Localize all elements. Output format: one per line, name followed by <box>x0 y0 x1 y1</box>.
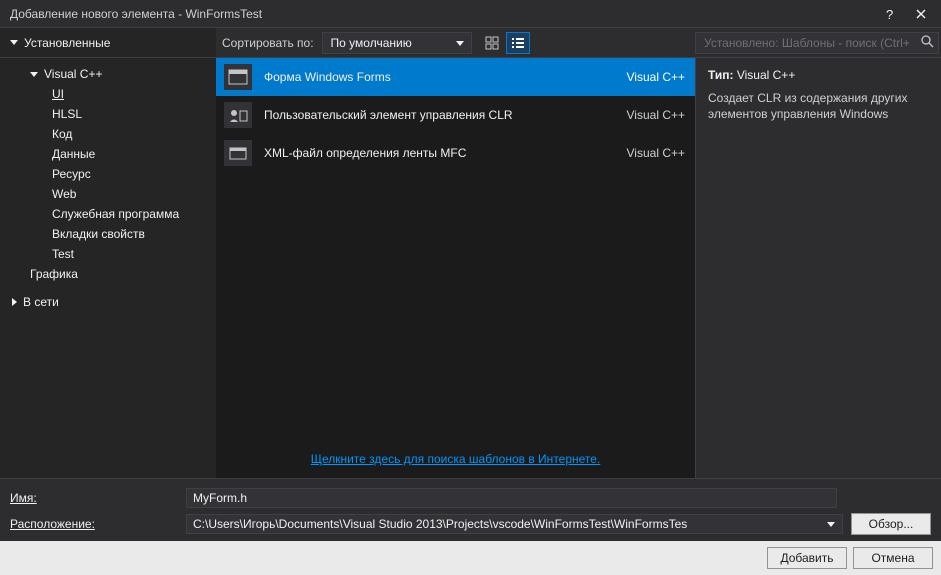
list-view-button[interactable] <box>506 32 530 54</box>
tree-node-code[interactable]: Код <box>0 124 216 144</box>
details-panel: Тип: Visual C++ Создает CLR из содержани… <box>695 58 941 478</box>
tree-node-visual-cpp[interactable]: Visual C++ <box>0 64 216 84</box>
tree-node-data[interactable]: Данные <box>0 144 216 164</box>
tree-label: Графика <box>30 267 78 281</box>
close-icon[interactable] <box>905 2 937 26</box>
template-lang: Visual C++ <box>627 146 685 160</box>
online-search-link-container: Щелкните здесь для поиска шаблонов в Инт… <box>216 442 695 478</box>
location-label: Расположение: <box>10 517 178 531</box>
installed-label: Установленные <box>24 36 110 50</box>
tree-node-ui[interactable]: UI <box>0 84 216 104</box>
form-icon <box>224 64 252 90</box>
search-placeholder: Установлено: Шаблоны - поиск (Ctrl+ <box>704 36 910 50</box>
tree-node-test[interactable]: Test <box>0 244 216 264</box>
user-control-icon <box>224 102 252 128</box>
name-label: Имя: <box>10 491 178 505</box>
titlebar: Добавление нового элемента - WinFormsTes… <box>0 0 941 28</box>
tree-label: В сети <box>23 295 59 309</box>
template-description: Создает CLR из содержания других элемент… <box>708 90 929 122</box>
tree-node-graphics[interactable]: Графика <box>0 264 216 284</box>
location-value: C:\Users\Игорь\Documents\Visual Studio 2… <box>193 517 687 531</box>
toolbar-middle: Сортировать по: По умолчанию <box>216 28 695 57</box>
search-icon[interactable] <box>921 35 934 51</box>
grid-view-button[interactable] <box>480 32 504 54</box>
template-lang: Visual C++ <box>627 70 685 84</box>
category-tree: Visual C++ UI HLSL Код Данные Ресурс Web… <box>0 58 216 478</box>
search-container: Установлено: Шаблоны - поиск (Ctrl+ <box>695 28 941 57</box>
add-button[interactable]: Добавить <box>767 547 847 569</box>
template-panel: Форма Windows Forms Visual C++ Пользоват… <box>216 58 695 478</box>
footer-fields: Имя: Расположение: C:\Users\Игорь\Docume… <box>0 478 941 541</box>
tree-label: Test <box>52 247 74 261</box>
help-icon[interactable]: ? <box>873 2 905 26</box>
installed-header[interactable]: Установленные <box>0 28 216 57</box>
type-line: Тип: Visual C++ <box>708 68 929 82</box>
tree-label: Visual C++ <box>44 67 102 81</box>
view-mode-toggle <box>480 32 530 54</box>
tree-label: Служебная программа <box>52 207 179 221</box>
tree-label: Код <box>52 127 72 141</box>
template-name: Пользовательский элемент управления CLR <box>264 108 615 122</box>
template-row[interactable]: Форма Windows Forms Visual C++ <box>216 58 695 96</box>
cancel-button[interactable]: Отмена <box>853 547 933 569</box>
template-row[interactable]: Пользовательский элемент управления CLR … <box>216 96 695 134</box>
sort-by-value: По умолчанию <box>331 36 412 50</box>
template-list: Форма Windows Forms Visual C++ Пользоват… <box>216 58 695 442</box>
tree-node-propsheets[interactable]: Вкладки свойств <box>0 224 216 244</box>
tree-node-utility[interactable]: Служебная программа <box>0 204 216 224</box>
tree-label: Данные <box>52 147 95 161</box>
dialog-buttons: Добавить Отмена <box>0 541 941 575</box>
sort-by-label: Сортировать по: <box>222 36 314 50</box>
tree-label: Ресурс <box>52 167 91 181</box>
template-lang: Visual C++ <box>627 108 685 122</box>
browse-button[interactable]: Обзор... <box>851 513 931 535</box>
svg-text:?: ? <box>886 7 893 21</box>
tree-node-resource[interactable]: Ресурс <box>0 164 216 184</box>
tree-node-hlsl[interactable]: HLSL <box>0 104 216 124</box>
tree-label: HLSL <box>52 107 82 121</box>
tree-label: Web <box>52 187 76 201</box>
chevron-down-icon <box>10 40 18 45</box>
template-row[interactable]: XML-файл определения ленты MFC Visual C+… <box>216 134 695 172</box>
tree-label: UI <box>52 87 64 101</box>
online-search-link[interactable]: Щелкните здесь для поиска шаблонов в Инт… <box>311 452 601 466</box>
chevron-right-icon <box>12 298 17 306</box>
tree-node-web[interactable]: Web <box>0 184 216 204</box>
tree-label: Вкладки свойств <box>52 227 145 241</box>
type-label: Тип: <box>708 68 734 82</box>
template-name: Форма Windows Forms <box>264 70 615 84</box>
tree-node-online[interactable]: В сети <box>0 292 216 312</box>
chevron-down-icon <box>30 72 38 77</box>
location-dropdown[interactable]: C:\Users\Игорь\Documents\Visual Studio 2… <box>186 514 843 534</box>
ribbon-xml-icon <box>224 140 252 166</box>
toolbar: Установленные Сортировать по: По умолчан… <box>0 28 941 58</box>
template-name: XML-файл определения ленты MFC <box>264 146 615 160</box>
search-input[interactable]: Установлено: Шаблоны - поиск (Ctrl+ <box>695 32 939 54</box>
name-input[interactable] <box>186 488 837 508</box>
sort-by-dropdown[interactable]: По умолчанию <box>322 32 472 54</box>
type-value: Visual C++ <box>737 68 795 82</box>
window-title: Добавление нового элемента - WinFormsTes… <box>10 7 873 21</box>
